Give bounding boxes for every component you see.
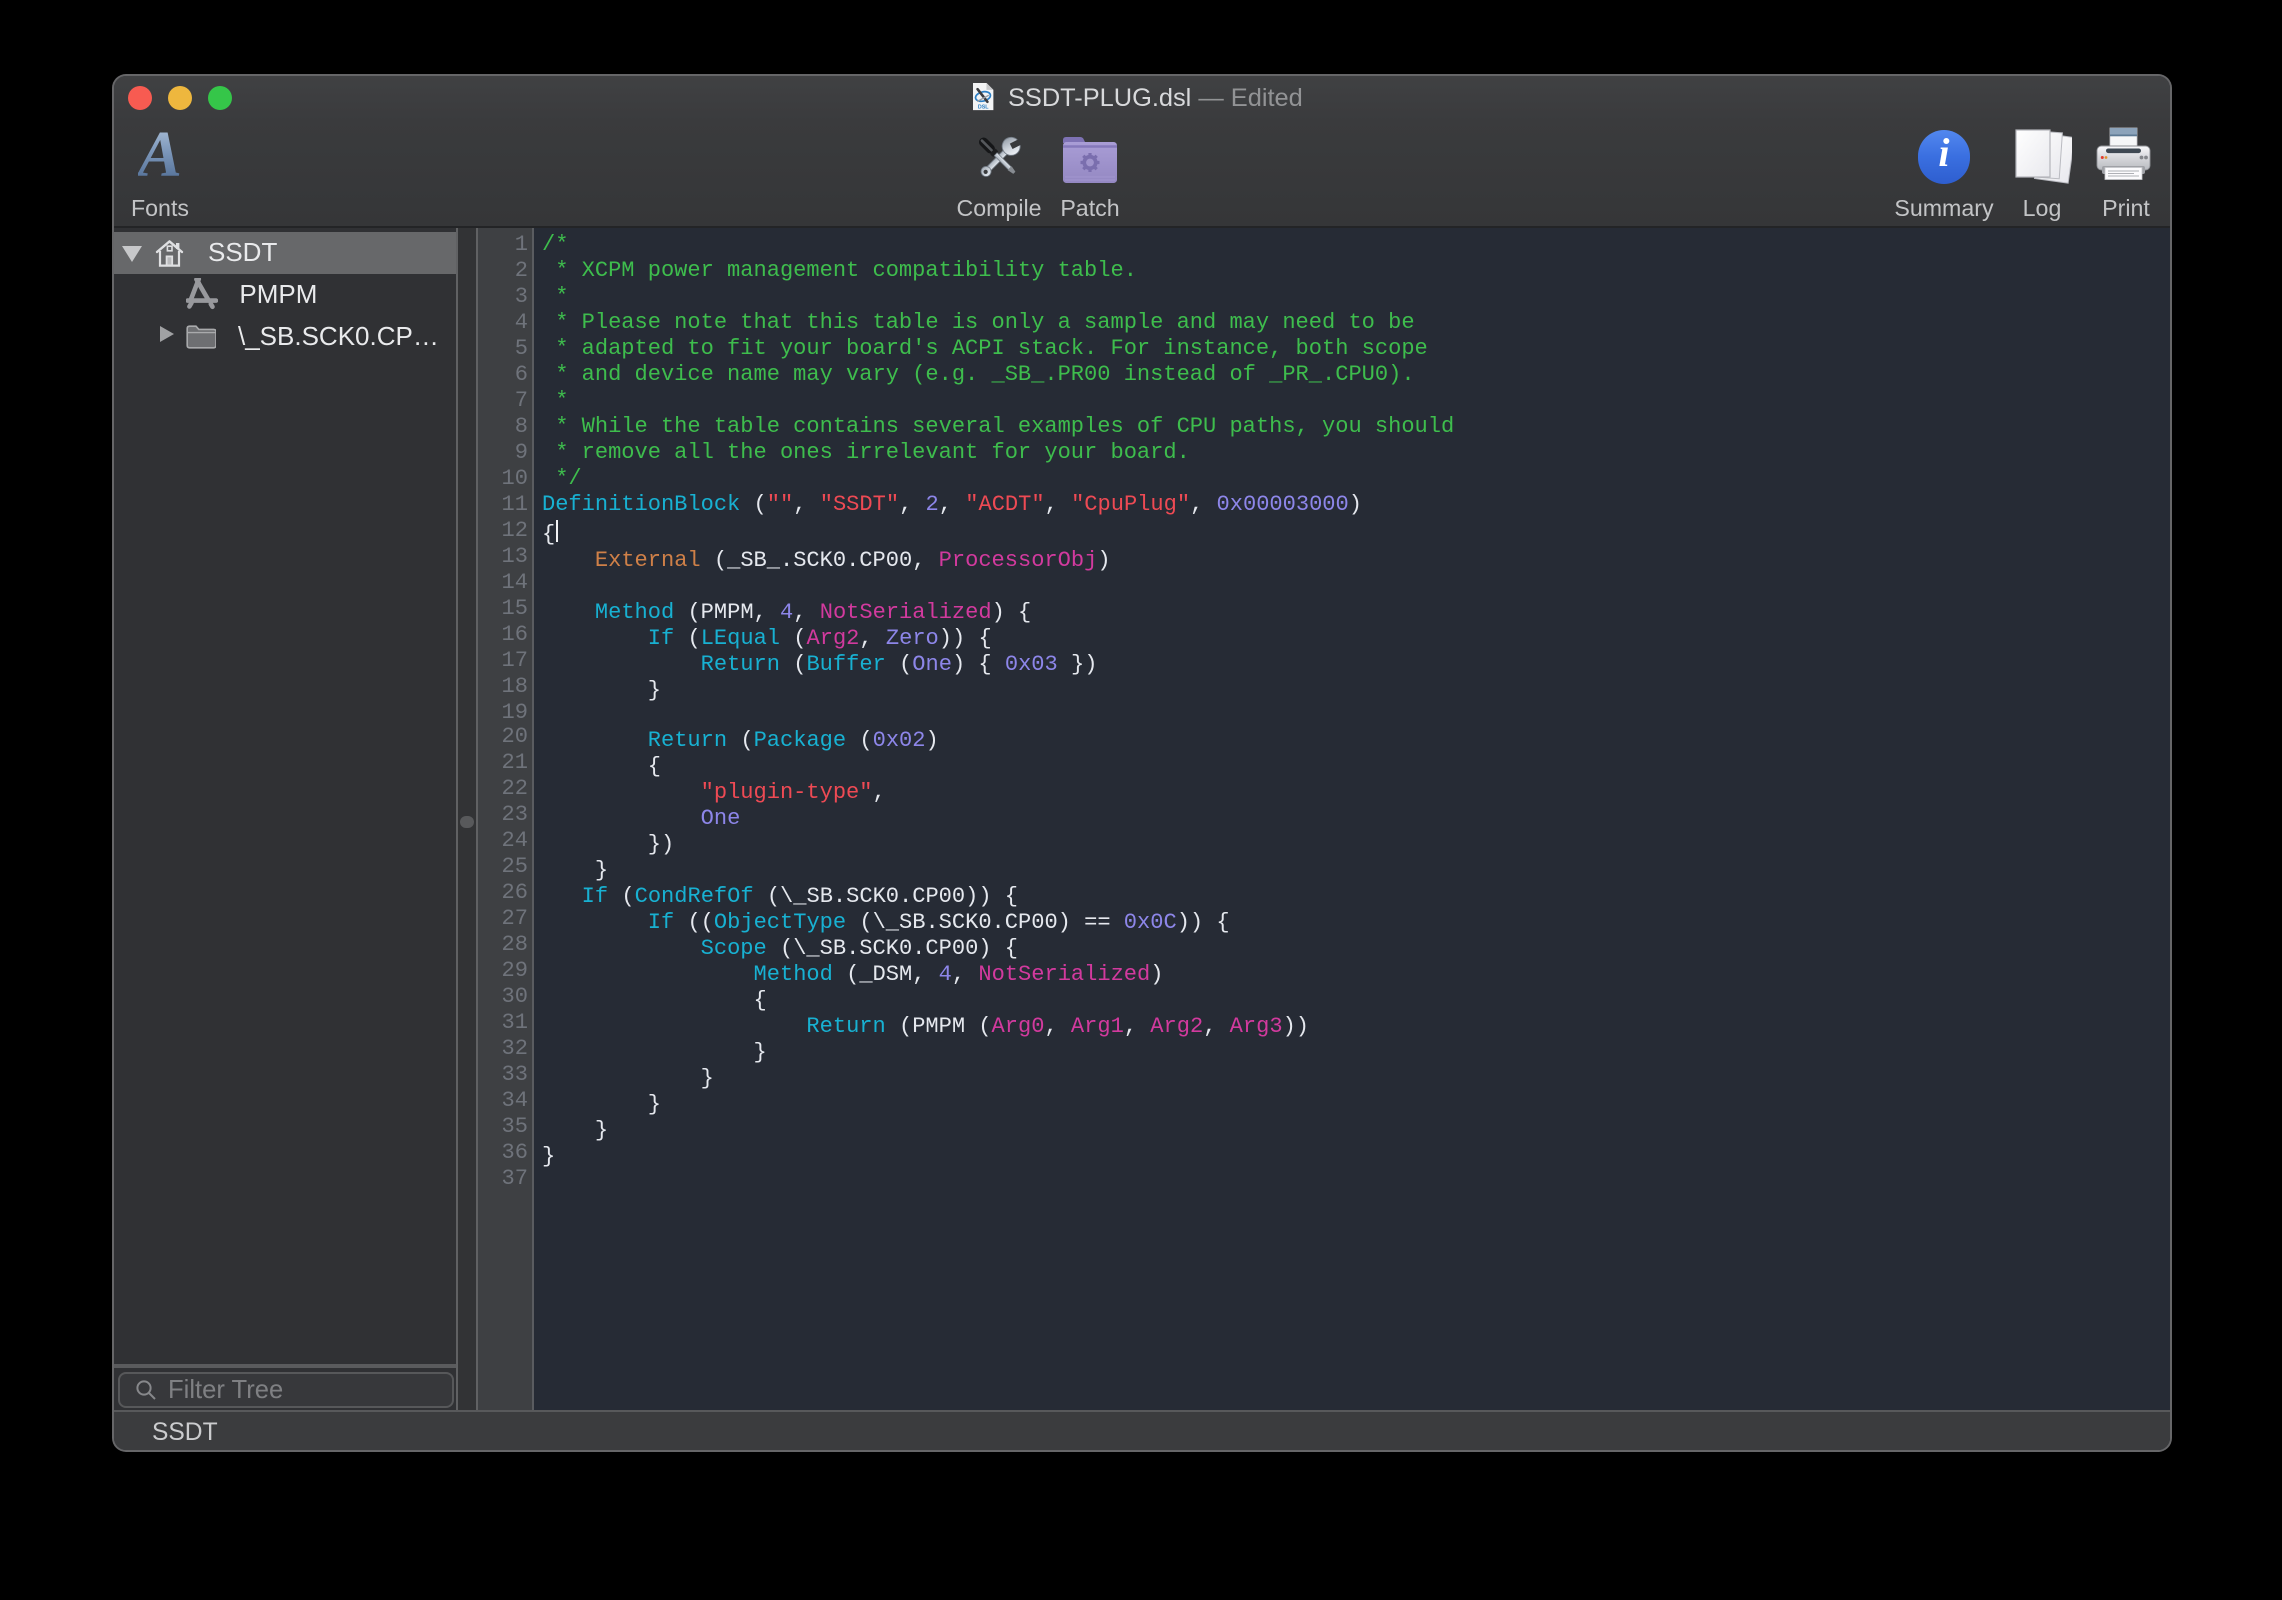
svg-text:DSL: DSL (977, 105, 988, 111)
